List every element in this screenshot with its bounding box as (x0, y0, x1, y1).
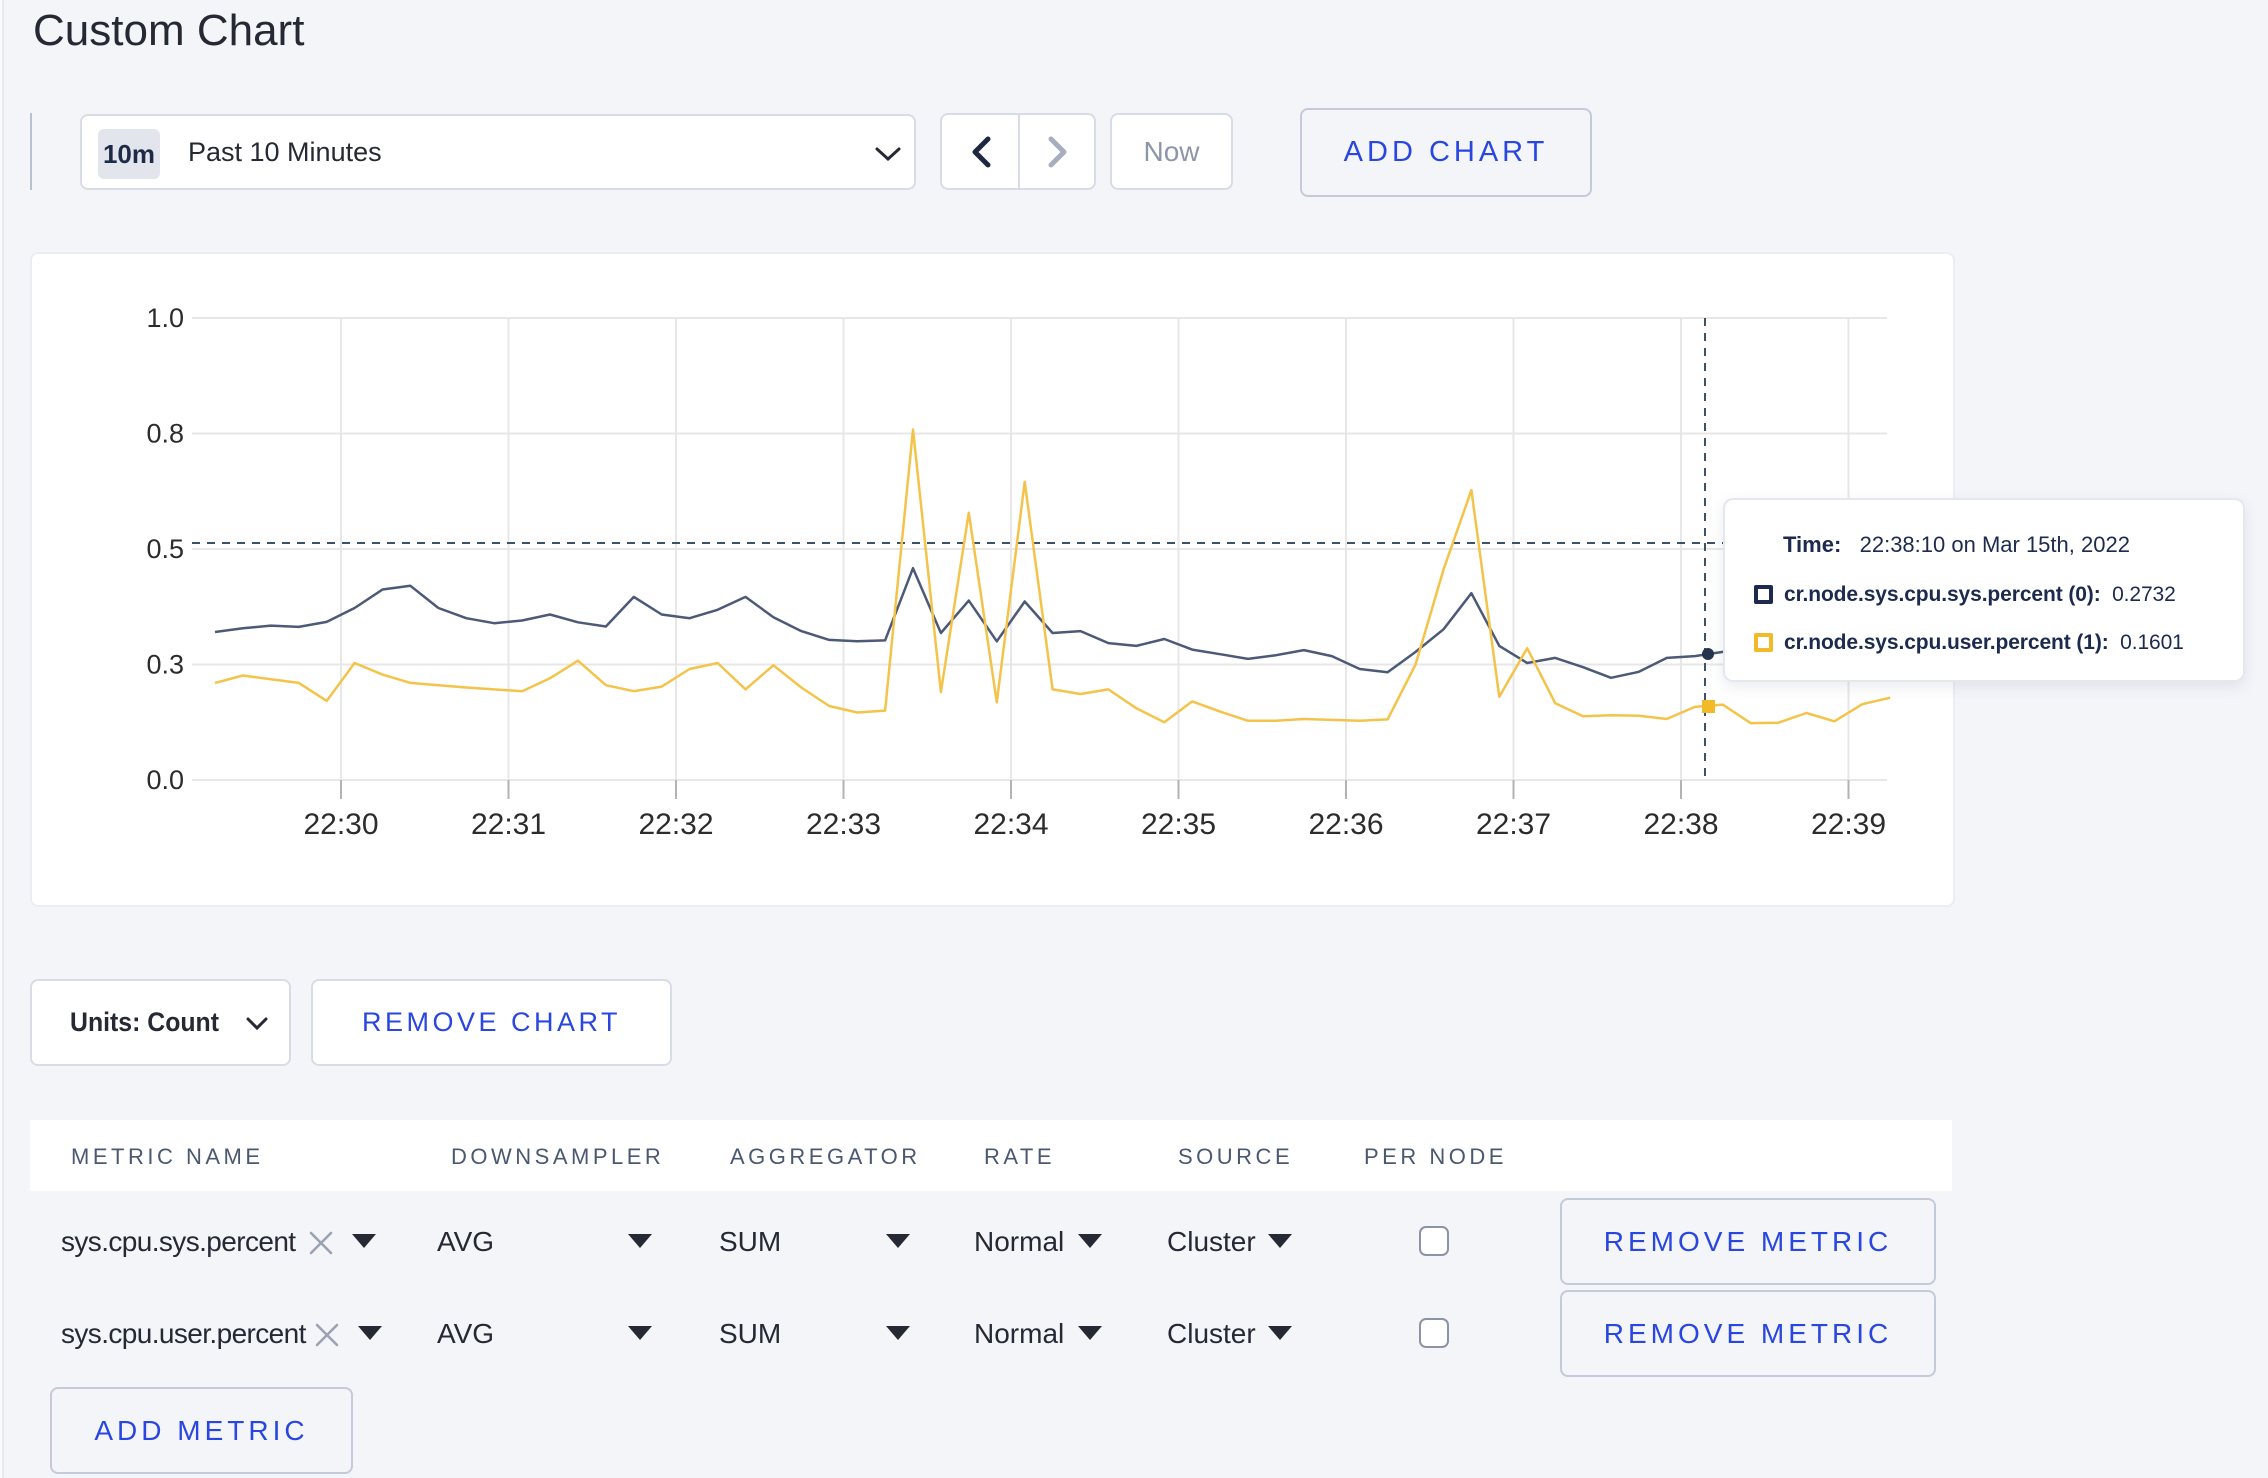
svg-text:0.0: 0.0 (146, 765, 184, 795)
svg-text:22:35: 22:35 (1141, 808, 1216, 841)
svg-text:1.0: 1.0 (146, 303, 184, 333)
svg-text:22:33: 22:33 (806, 808, 881, 841)
svg-text:0.8: 0.8 (146, 419, 184, 449)
svg-text:22:37: 22:37 (1476, 808, 1551, 841)
svg-text:22:32: 22:32 (638, 808, 713, 841)
svg-text:22:31: 22:31 (471, 808, 546, 841)
svg-text:0.3: 0.3 (146, 650, 184, 680)
svg-text:22:34: 22:34 (973, 808, 1048, 841)
svg-text:22:30: 22:30 (303, 808, 378, 841)
svg-text:22:38: 22:38 (1643, 808, 1718, 841)
svg-text:22:39: 22:39 (1811, 808, 1886, 841)
svg-text:0.5: 0.5 (146, 534, 184, 564)
svg-text:22:36: 22:36 (1308, 808, 1383, 841)
